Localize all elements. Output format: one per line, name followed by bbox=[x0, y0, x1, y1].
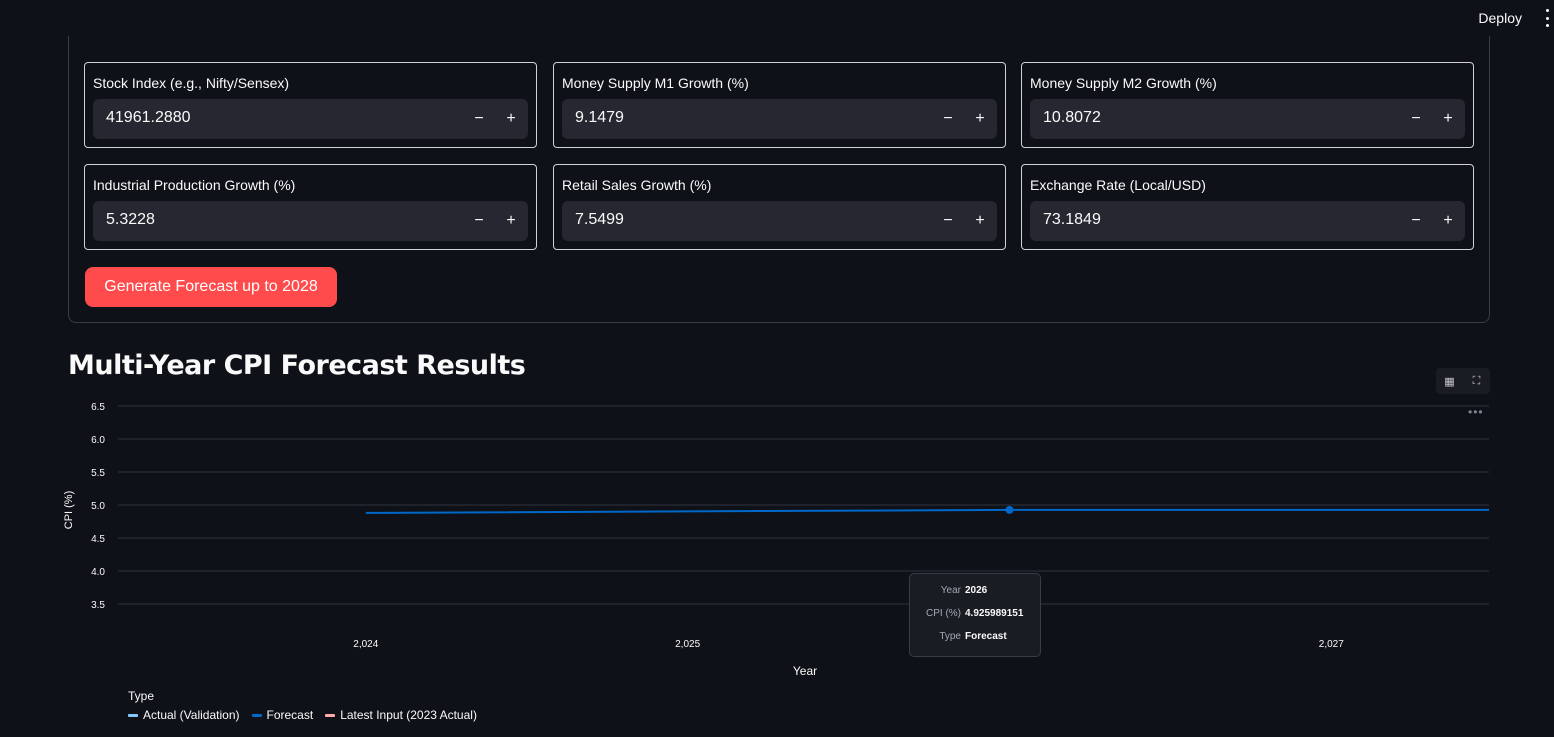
series-line bbox=[365, 508, 1489, 514]
legend-title: Type bbox=[128, 689, 155, 703]
y-tick-label: 3.5 bbox=[91, 600, 105, 611]
y-tick-label: 5.5 bbox=[91, 468, 105, 479]
highlight-point bbox=[1005, 505, 1014, 514]
y-tick-label: 6.0 bbox=[91, 435, 105, 446]
tooltip-key: Type bbox=[939, 631, 961, 642]
x-tick-label: 2,025 bbox=[675, 639, 700, 650]
legend-swatch bbox=[251, 713, 262, 717]
chart-legend: Actual (Validation) Forecast Latest Inpu… bbox=[128, 708, 477, 722]
y-tick-label: 4.5 bbox=[91, 534, 105, 545]
x-axis-label: Year bbox=[793, 664, 817, 678]
cpi-forecast-chart[interactable]: 3.54.04.55.05.56.06.5 2,0242,0252,0262,0… bbox=[0, 0, 1554, 737]
tooltip-row: CPI (%) 4.925989151 bbox=[910, 608, 1042, 622]
y-axis-label: CPI (%) bbox=[63, 491, 75, 530]
tooltip-row: Type Forecast bbox=[910, 631, 1042, 645]
tooltip-value: Forecast bbox=[965, 631, 1007, 642]
y-tick-label: 6.5 bbox=[91, 402, 105, 413]
chart-tooltip: Year 2026 CPI (%) 4.925989151 Type Forec… bbox=[909, 573, 1041, 657]
legend-label: Forecast bbox=[266, 708, 314, 722]
x-tick-label: 2,024 bbox=[353, 639, 378, 650]
tooltip-row: Year 2026 bbox=[910, 585, 1042, 599]
legend-item-latest-input[interactable]: Latest Input (2023 Actual) bbox=[325, 708, 477, 722]
tooltip-key: Year bbox=[940, 585, 961, 596]
legend-label: Actual (Validation) bbox=[143, 708, 240, 722]
legend-swatch bbox=[128, 713, 138, 717]
y-tick-label: 4.0 bbox=[91, 567, 105, 578]
tooltip-key: CPI (%) bbox=[926, 608, 961, 619]
legend-label: Latest Input (2023 Actual) bbox=[340, 708, 477, 722]
y-tick-label: 5.0 bbox=[91, 501, 105, 512]
legend-item-actual[interactable]: Actual (Validation) bbox=[128, 708, 240, 722]
tooltip-value: 4.925989151 bbox=[965, 608, 1024, 619]
legend-swatch bbox=[325, 713, 336, 717]
tooltip-value: 2026 bbox=[965, 585, 988, 596]
legend-item-forecast[interactable]: Forecast bbox=[251, 708, 314, 722]
x-tick-label: 2,027 bbox=[1319, 639, 1344, 650]
